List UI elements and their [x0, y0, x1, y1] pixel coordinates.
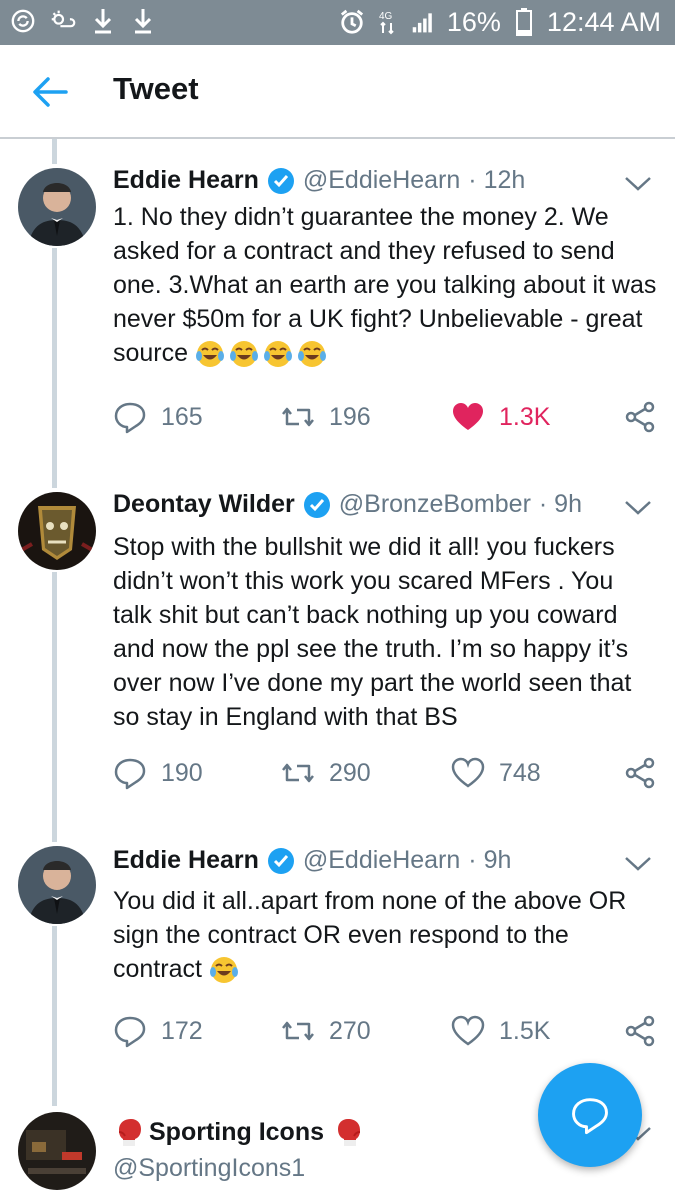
tears-of-joy-emoji-icon [209, 957, 238, 984]
reply-icon [572, 1098, 608, 1135]
reply-count: 165 [161, 402, 203, 431]
avatar[interactable] [18, 492, 96, 570]
retweet-button[interactable]: 270 [281, 1014, 371, 1048]
tweet[interactable]: Deontay Wilder @BronzeBomber · 9h Stop w… [0, 488, 675, 818]
retweet-icon [282, 407, 314, 427]
alarm-icon [339, 7, 365, 37]
timestamp: · 9h [538, 490, 582, 518]
tears-of-joy-emoji-icon [298, 341, 326, 368]
retweet-count: 196 [329, 402, 371, 431]
retweet-button[interactable]: 290 [281, 756, 371, 790]
network-4g-icon: 4G [375, 7, 401, 37]
reply-button[interactable]: 165 [113, 400, 203, 434]
chevron-down-icon[interactable] [623, 174, 653, 194]
tweet-header: Eddie Hearn @EddieHearn · 12h [113, 166, 525, 195]
chevron-down-icon[interactable] [623, 498, 653, 518]
retweet-button[interactable]: 196 [281, 400, 371, 434]
heart-filled-icon [453, 403, 483, 430]
heart-outline-icon [451, 757, 485, 788]
share-icon [625, 401, 655, 433]
avatar[interactable] [18, 1112, 96, 1190]
app-header: Tweet [0, 45, 675, 139]
retweet-count: 270 [329, 1016, 371, 1045]
tweet-text-content: Stop with the bullshit we did it all! yo… [113, 533, 632, 731]
verified-badge-icon [267, 847, 295, 875]
like-count: 1.5K [499, 1016, 551, 1045]
reply-icon [114, 1016, 146, 1048]
tweet-actions: 190 290 748 [113, 756, 658, 796]
retweet-icon [282, 763, 314, 783]
battery-icon [511, 7, 537, 37]
reply-icon [114, 758, 146, 790]
thread-line [52, 139, 57, 164]
heart-outline-icon [451, 1015, 485, 1046]
display-name[interactable]: Deontay Wilder [113, 490, 295, 519]
tweet-text: Stop with the bullshit we did it all! yo… [113, 530, 658, 734]
retweet-icon [282, 1021, 314, 1041]
reply-icon [114, 402, 146, 434]
reply-button[interactable]: 190 [113, 756, 203, 790]
battery-percent: 16% [446, 7, 501, 37]
svg-text:4G: 4G [379, 11, 393, 22]
like-button[interactable]: 1.5K [451, 1014, 550, 1048]
tweet-header: Deontay Wilder @BronzeBomber · 9h [113, 490, 582, 519]
handle[interactable]: @EddieHearn [303, 166, 460, 195]
tweet-header: Eddie Hearn @EddieHearn · 9h [113, 846, 511, 875]
share-icon [625, 757, 655, 789]
tears-of-joy-emoji-icon [264, 341, 292, 368]
sync-icon [10, 6, 36, 36]
chevron-down-icon[interactable] [623, 854, 653, 874]
download-icon [90, 6, 116, 36]
tweet-text-content: You did it all..apart from none of the a… [113, 887, 627, 983]
display-name[interactable]: Sporting Icons [149, 1118, 324, 1147]
share-icon [625, 1015, 655, 1047]
reply-count: 172 [161, 1016, 203, 1045]
display-name[interactable]: Eddie Hearn [113, 166, 259, 195]
display-name[interactable]: Eddie Hearn [113, 846, 259, 875]
handle[interactable]: @BronzeBomber [339, 490, 531, 519]
tears-of-joy-emoji-icon [196, 341, 224, 368]
share-button[interactable] [623, 400, 657, 434]
tweet-header: Sporting Icons [113, 1116, 366, 1148]
signal-icon [411, 7, 437, 37]
tweet-actions: 165 196 1.3K [113, 400, 658, 440]
tweet[interactable]: Eddie Hearn @EddieHearn · 9h You did it … [0, 842, 675, 1082]
share-button[interactable] [623, 1014, 657, 1048]
avatar[interactable] [18, 168, 96, 246]
boxing-glove-icon [118, 1119, 141, 1146]
verified-badge-icon [303, 491, 331, 519]
tears-of-joy-emoji-icon [230, 341, 258, 368]
share-button[interactable] [623, 756, 657, 790]
tweet-actions: 172 270 1.5K [113, 1014, 658, 1054]
handle[interactable]: @SportingIcons1 [113, 1154, 305, 1183]
timestamp: · 12h [468, 166, 526, 194]
boxing-glove-icon [338, 1119, 361, 1146]
download-icon [130, 6, 156, 36]
like-button[interactable]: 1.3K [451, 400, 550, 434]
handle[interactable]: @EddieHearn [303, 846, 460, 875]
reply-count: 190 [161, 758, 203, 787]
retweet-count: 290 [329, 758, 371, 787]
emoji-group [195, 339, 331, 368]
reply-fab-button[interactable] [538, 1063, 642, 1167]
reply-button[interactable]: 172 [113, 1014, 203, 1048]
status-icons-right: 4G 16% 12:44 AM [339, 6, 661, 38]
tweet[interactable]: Eddie Hearn @EddieHearn · 12h 1. No they… [0, 164, 675, 484]
clock: 12:44 AM [546, 7, 661, 37]
avatar[interactable] [18, 846, 96, 924]
status-icons-left [10, 6, 156, 36]
status-bar: 4G 16% 12:44 AM [0, 0, 675, 45]
tweet-text: 1. No they didn’t guarantee the money 2.… [113, 200, 658, 370]
like-count: 748 [499, 758, 541, 787]
timestamp: · 9h [468, 846, 512, 874]
like-count: 1.3K [499, 402, 551, 431]
weather-icon [50, 6, 76, 36]
back-arrow-icon[interactable] [30, 72, 70, 112]
like-button[interactable]: 748 [451, 756, 541, 790]
page-title: Tweet [113, 71, 199, 106]
tweet-text: You did it all..apart from none of the a… [113, 884, 658, 986]
verified-badge-icon [267, 167, 295, 195]
